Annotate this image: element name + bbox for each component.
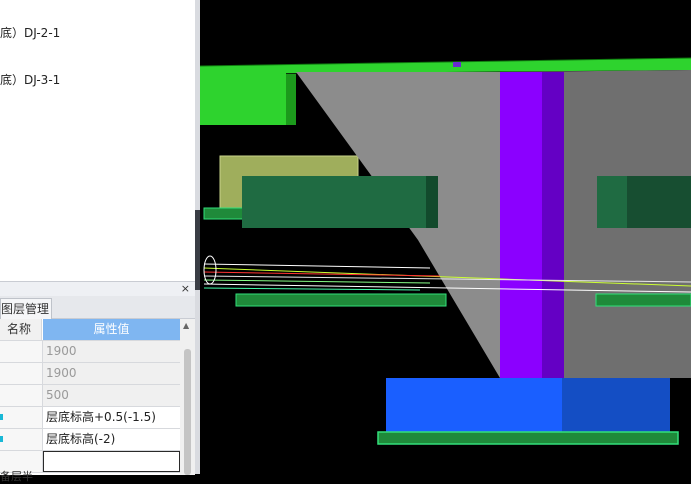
tree-item[interactable]: 底）DJ-2-1 [0,24,60,42]
property-name-cell[interactable] [0,341,43,362]
property-value-editor[interactable] [43,451,180,472]
property-name-cell[interactable] [0,429,43,450]
properties-tab-row: 图层管理 [0,296,195,319]
footing-side[interactable] [562,378,670,434]
table-row[interactable]: 层底标高(-2) [0,429,180,451]
table-row[interactable]: 层底标高+0.5(-1.5) [0,407,180,429]
beam-strip-bottom-left[interactable] [235,293,447,307]
slab-marker [453,62,461,67]
property-grid-header: 名称 属性值 [0,319,180,341]
scroll-up-icon[interactable]: ▲ [183,321,189,330]
beam-left[interactable] [242,176,426,228]
properties-panel-titlebar: × [0,282,195,296]
tab-layer-management[interactable]: 图层管理 [0,298,52,319]
column-front[interactable] [500,72,542,378]
property-value-cell: 1900 [43,341,180,362]
column-header-name[interactable]: 名称 [0,319,42,340]
close-icon[interactable]: × [181,282,190,296]
footing-pad[interactable] [377,431,679,445]
property-value-cell[interactable]: 层底标高+0.5(-1.5) [43,407,180,428]
row-marker-icon [0,414,3,420]
3d-viewport[interactable] [200,0,691,474]
table-row[interactable]: 1900 [0,363,180,385]
slab-block-left[interactable] [200,70,286,125]
properties-panel: × 图层管理 名称 属性值 1900 1900 500 层底标高+0.5(-1.… [0,281,195,483]
table-row[interactable]: 500 [0,385,180,407]
partial-row-name: 备层半 [0,470,33,483]
property-name-cell[interactable] [0,385,43,406]
property-name-cell[interactable] [0,363,43,384]
property-grid: 名称 属性值 1900 1900 500 层底标高+0.5(-1.5) 层底标高… [0,319,180,473]
scrollbar-thumb[interactable] [184,349,191,475]
beam-strip-bottom-right[interactable] [595,293,691,307]
property-value-cell: 500 [43,385,180,406]
property-value-cell: 1900 [43,363,180,384]
row-marker-icon [0,436,3,442]
left-panel: 底）DJ-2-1 底）DJ-3-1 × 图层管理 名称 属性值 1900 190… [0,0,195,483]
property-name-cell[interactable] [0,407,43,428]
table-row[interactable]: 1900 [0,341,180,363]
tree-item[interactable]: 底）DJ-3-1 [0,71,60,89]
property-value-cell[interactable]: 层底标高(-2) [43,429,180,450]
property-grid-scrollbar[interactable]: ▲ [180,319,195,475]
beam-right[interactable] [597,176,627,228]
column-header-value[interactable]: 属性值 [43,319,180,340]
tab-label: 图层管理 [1,302,50,316]
column-side[interactable] [542,72,564,378]
footing-front[interactable] [386,378,562,434]
3d-scene[interactable] [200,0,691,474]
